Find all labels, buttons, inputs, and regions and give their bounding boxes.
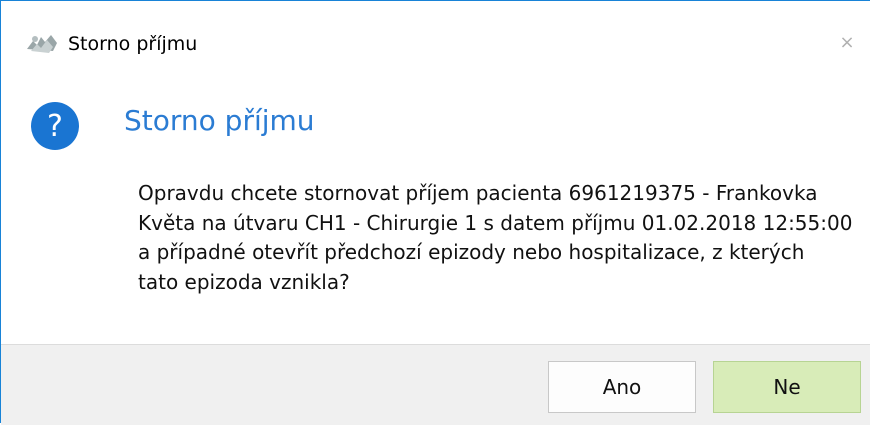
message-line: Opravdu chcete stornovat příjem pacienta…	[138, 181, 818, 205]
dialog-message: Opravdu chcete stornovat příjem pacienta…	[138, 179, 868, 297]
window-title: Storno příjmu	[68, 33, 198, 55]
message-line: Květa na útvaru CH1 - Chirurgie 1 s date…	[138, 210, 853, 235]
yes-button[interactable]: Ano	[548, 361, 696, 413]
button-bar: Ano Ne	[1, 344, 870, 425]
close-icon[interactable]: ×	[834, 29, 860, 55]
app-icon	[23, 31, 61, 57]
no-button[interactable]: Ne	[713, 361, 861, 413]
svg-text:?: ?	[47, 109, 63, 144]
question-icon: ?	[30, 101, 80, 151]
message-line: a případné otevřít předchozí epizody neb…	[138, 240, 805, 264]
dialog-window: Storno příjmu × ? Storno příjmu Opravdu …	[0, 0, 870, 425]
dialog-heading: Storno příjmu	[124, 104, 315, 137]
message-line: tato epizoda vznikla?	[138, 269, 350, 294]
title-bar[interactable]: Storno příjmu ×	[1, 1, 870, 67]
